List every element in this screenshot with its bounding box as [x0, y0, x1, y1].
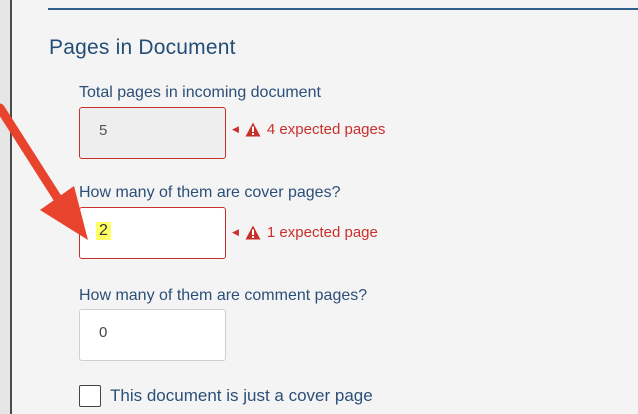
warning-triangle-icon [245, 122, 261, 137]
caret-left-icon: ◀ [232, 124, 239, 134]
total-pages-error-text: 4 expected pages [266, 121, 386, 138]
comment-pages-input[interactable]: 0 [79, 309, 226, 361]
cover-pages-label: How many of them are cover pages? [79, 184, 341, 201]
cover-pages-error-text: 1 expected page [266, 224, 378, 241]
comment-pages-label: How many of them are comment pages? [79, 287, 368, 304]
cover-pages-input[interactable]: 2 [79, 207, 226, 259]
total-pages-error: ◀ 4 expected pages [232, 121, 385, 138]
warning-triangle-icon [245, 225, 261, 240]
cover-page-only-label: This document is just a cover page [110, 386, 373, 405]
caret-left-icon: ◀ [232, 227, 239, 237]
total-pages-input[interactable]: 5 [79, 107, 226, 159]
cover-page-only-checkbox[interactable] [79, 385, 101, 407]
red-arrow-annotation [0, 103, 88, 240]
cover-pages-error: ◀ 1 expected page [232, 224, 378, 241]
section-divider [48, 8, 638, 10]
total-pages-value: 5 [99, 122, 108, 139]
section-title: Pages in Document [49, 36, 236, 59]
total-pages-label: Total pages in incoming document [79, 84, 321, 101]
comment-pages-value: 0 [99, 324, 108, 341]
